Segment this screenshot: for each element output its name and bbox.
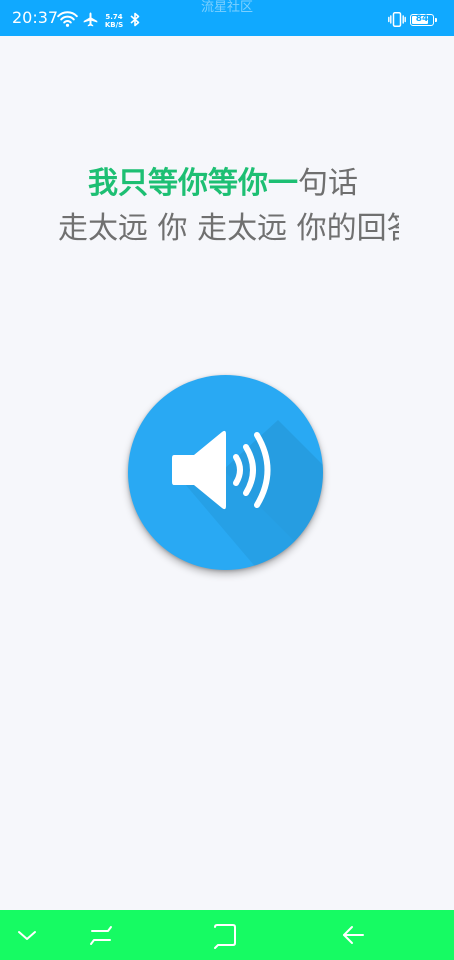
- lyric-sung-text: 我只等你等你一: [88, 166, 298, 201]
- battery-level-text: 84: [415, 14, 429, 24]
- net-speed-value: 5.74: [105, 13, 123, 21]
- lyric-next-line: 走太远 你 走太远 你的回答: [58, 211, 399, 246]
- vibrate-icon: [388, 12, 406, 27]
- chevron-down-icon: [18, 931, 36, 940]
- speaker-play-button[interactable]: [128, 375, 323, 570]
- airplane-icon: [83, 12, 98, 27]
- bluetooth-icon: [130, 12, 140, 27]
- nav-home-button[interactable]: [210, 920, 240, 950]
- net-speed: 5.74 KB/S: [103, 13, 125, 29]
- status-time: 20:37: [12, 8, 59, 27]
- nav-collapse-button[interactable]: [12, 920, 42, 950]
- status-bar: 流星社区 20:37 5.74 KB/S 84: [0, 0, 454, 36]
- nav-recent-apps-button[interactable]: [86, 920, 116, 950]
- lyric-current-line: 我只等你等你一句话: [88, 163, 358, 205]
- net-speed-unit: KB/S: [104, 21, 124, 29]
- wifi-icon: [57, 11, 78, 27]
- navigation-bar: [0, 910, 454, 960]
- recent-apps-icon: [90, 926, 112, 945]
- back-arrow-icon: [343, 926, 364, 944]
- screen: 流星社区 20:37 5.74 KB/S 84 我只等你等你一句话 走太远 你 …: [0, 0, 454, 960]
- speaker-volume-icon: [172, 430, 271, 510]
- battery-indicator: 84: [410, 14, 437, 26]
- nav-back-button[interactable]: [338, 920, 368, 950]
- home-icon: [214, 924, 236, 949]
- lyric-unsung-text: 句话: [298, 166, 358, 201]
